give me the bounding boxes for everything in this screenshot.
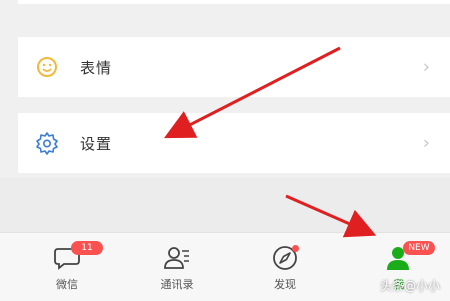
list-item-settings[interactable]: 设置 › xyxy=(18,113,450,173)
chat-icon: 11 xyxy=(49,241,103,273)
person-icon: NEW xyxy=(381,241,435,273)
unread-badge: 11 xyxy=(71,241,103,255)
section-gap xyxy=(0,178,450,232)
new-badge: NEW xyxy=(403,241,435,255)
tab-label: 微信 xyxy=(56,278,78,291)
chevron-right-icon: › xyxy=(422,56,430,78)
compass-icon xyxy=(267,243,303,273)
emoji-icon xyxy=(34,54,60,80)
contacts-icon xyxy=(159,243,195,273)
list-item-emoji[interactable]: 表情 › xyxy=(18,37,450,97)
tab-discover[interactable]: 发现 xyxy=(240,233,330,301)
list-item-label: 表情 xyxy=(80,58,113,77)
gear-icon xyxy=(34,130,60,156)
notification-dot xyxy=(292,245,299,252)
tab-chats[interactable]: 11 微信 xyxy=(22,233,112,301)
list-item-label: 设置 xyxy=(80,134,113,153)
tab-label: 通讯录 xyxy=(160,278,194,291)
tab-contacts[interactable]: 通讯录 xyxy=(132,233,222,301)
watermark: 头条@小小 xyxy=(379,279,440,293)
list-item-photo-album[interactable]: 相册 › xyxy=(18,0,450,4)
chevron-right-icon: › xyxy=(422,132,430,154)
tab-label: 发现 xyxy=(274,278,296,291)
